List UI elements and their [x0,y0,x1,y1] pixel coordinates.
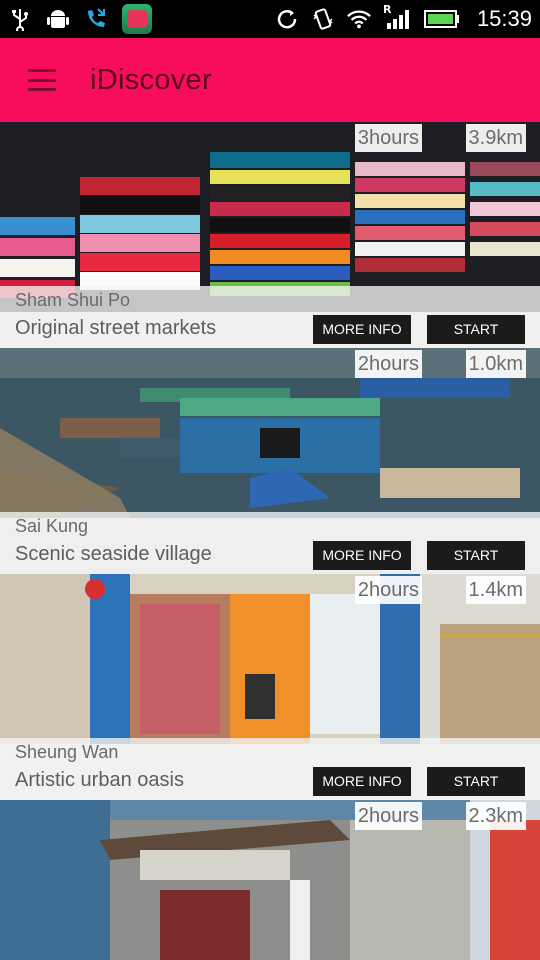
distance-badge: 2.3km [465,802,526,830]
tour-place: Sai Kung [15,516,89,536]
signal-icon: R [383,3,411,31]
tour-photo [0,800,540,960]
tour-place: Sheung Wan [15,742,119,762]
hamburger-menu-icon[interactable] [28,69,56,91]
tour-tagline: Artistic urban oasis [15,769,184,791]
tour-info-bar: Sai Kung Scenic seaside village MORE INF… [0,512,540,574]
sync-icon [275,7,299,31]
app-title: iDiscover [90,63,212,96]
tour-tagline: Scenic seaside village [15,543,212,565]
more-info-button[interactable]: MORE INFO [313,541,411,570]
battery-icon [423,7,461,31]
more-info-button[interactable]: MORE INFO [313,767,411,796]
duration-badge: 2hours [354,802,422,830]
tour-card[interactable]: 2hours Sheung Wan Artistic urban oasis M… [0,574,540,800]
app-icon [122,4,152,34]
more-info-button[interactable]: MORE INFO [313,315,411,344]
tour-card[interactable]: 2hours Sai Kung Scenic seaside village M… [0,348,540,574]
distance-badge: 1.4km [465,576,526,604]
wifi-icon [347,7,371,31]
status-bar: R 15:39 [0,0,540,38]
distance-badge: 1.0km [465,350,526,378]
vibrate-icon [311,7,335,31]
app-bar: iDiscover [0,38,540,122]
tour-list[interactable]: 3hours 3.9km [0,122,540,960]
start-button[interactable]: START [427,767,525,796]
duration-badge: 2hours [354,576,422,604]
tour-info-bar: Sham Shui Po Original street markets MOR… [0,286,540,348]
status-time: 15:39 [476,6,532,31]
tour-place: Sham Shui Po [15,290,131,310]
distance-badge: 3.9km [465,124,526,152]
tour-card[interactable]: 2hours Sham Shui Po Original street mark… [0,122,540,348]
tour-info-bar: Sheung Wan Artistic urban oasis MORE INF… [0,738,540,800]
start-button[interactable]: START [427,315,525,344]
usb-icon [8,7,32,31]
tour-card[interactable]: 2hours [0,800,540,960]
duration-badge: 3hours [354,124,422,152]
android-icon [46,7,70,31]
missed-call-icon [84,7,108,31]
start-button[interactable]: START [427,541,525,570]
tour-tagline: Original street markets [15,317,217,339]
duration-badge: 2hours [354,350,422,378]
roaming-label: R [382,3,392,16]
